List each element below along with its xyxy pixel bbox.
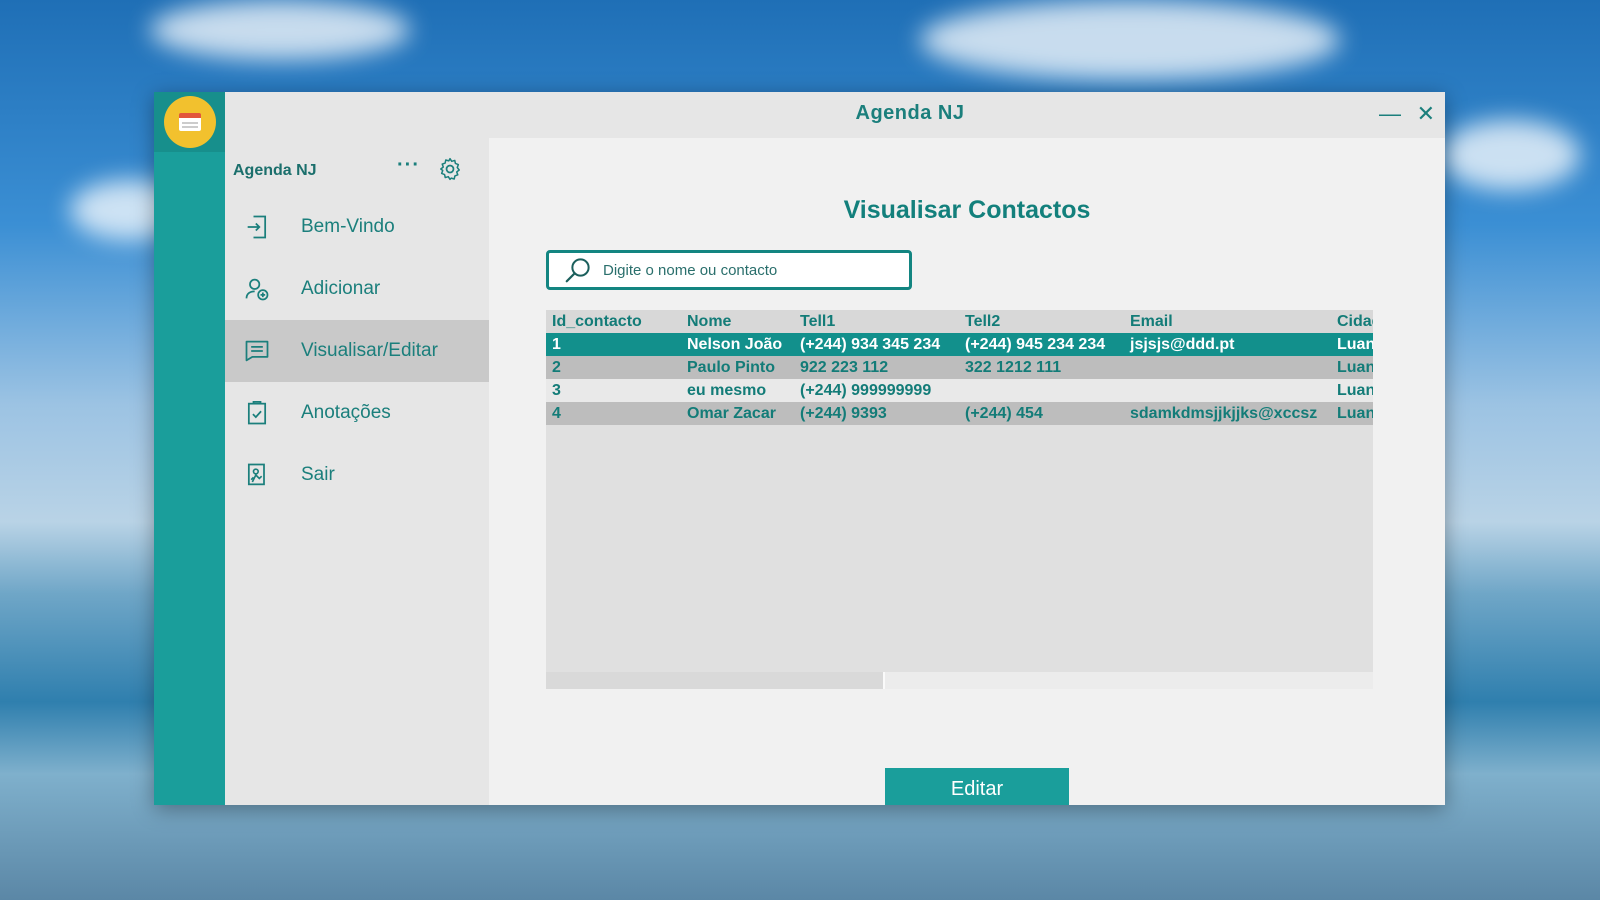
minimize-icon[interactable]: — — [1379, 102, 1401, 126]
login-icon — [247, 215, 267, 239]
column-header[interactable]: Id_contacto — [546, 310, 681, 333]
contacts-table: Id_contacto Nome Tell1 Tell2 Email Cidad… — [546, 310, 1373, 689]
table-cell[interactable]: jsjsjs@ddd.pt — [1124, 333, 1331, 356]
table-cell[interactable]: (+244) 454 — [959, 402, 1124, 425]
table-row[interactable]: 1 Nelson João (+244) 934 345 234 (+244) … — [546, 333, 1373, 356]
table-cell[interactable]: 4 — [546, 402, 681, 425]
wallpaper-cloud — [150, 0, 410, 60]
close-icon[interactable]: ✕ — [1417, 102, 1435, 126]
exit-icon — [247, 463, 265, 486]
table-cell[interactable]: 2 — [546, 356, 681, 379]
table-cell[interactable] — [1124, 379, 1331, 402]
edit-button[interactable]: Editar — [885, 768, 1069, 805]
column-header[interactable]: Nome — [681, 310, 794, 333]
sidebar-item-anotacoes[interactable]: Anotações — [225, 382, 489, 444]
table-cell[interactable]: Luanda — [1331, 333, 1373, 356]
search-input[interactable] — [601, 260, 895, 280]
table-header-row: Id_contacto Nome Tell1 Tell2 Email Cidad… — [546, 310, 1373, 333]
message-list-icon — [245, 340, 269, 362]
table-cell[interactable]: 322 1212 111 — [959, 356, 1124, 379]
gear-icon[interactable] — [437, 156, 463, 182]
sidebar: Agenda NJ ··· Bem-Vindo Adicionar Visual… — [225, 138, 489, 805]
table-cell[interactable]: (+244) 9393 — [794, 402, 959, 425]
table-cell[interactable]: Nelson João — [681, 333, 794, 356]
wallpaper-cloud — [920, 0, 1340, 80]
sidebar-item-label: Adicionar — [301, 278, 381, 299]
table-cell[interactable]: (+244) 945 234 234 — [959, 333, 1124, 356]
page-title: Visualisar Contactos — [843, 196, 1091, 224]
table-cell[interactable]: 1 — [546, 333, 681, 356]
table-cell[interactable] — [959, 379, 1124, 402]
title-bar: Agenda NJ — ✕ — [225, 92, 1445, 138]
sidebar-item-sair[interactable]: Sair — [225, 444, 489, 506]
table-cell[interactable]: sdamkdmsjjkjjks@xccsz — [1124, 402, 1331, 425]
table-cell[interactable]: Omar Zacar — [681, 402, 794, 425]
search-box — [546, 250, 912, 290]
sidebar-item-bem-vindo[interactable]: Bem-Vindo — [225, 196, 489, 258]
wallpaper-cloud — [1440, 120, 1580, 190]
clipboard-check-icon — [247, 401, 267, 425]
table-cell[interactable]: eu mesmo — [681, 379, 794, 402]
table-cell[interactable]: 3 — [546, 379, 681, 402]
sidebar-header: Agenda NJ — [233, 162, 317, 179]
column-header[interactable]: Cidade — [1331, 310, 1373, 333]
app-logo-icon — [164, 96, 216, 148]
table-row[interactable]: 4 Omar Zacar (+244) 9393 (+244) 454 sdam… — [546, 402, 1373, 425]
table-cell[interactable]: Luanda — [1331, 356, 1373, 379]
table-row[interactable]: 2 Paulo Pinto 922 223 112 322 1212 111 L… — [546, 356, 1373, 379]
sidebar-item-label: Bem-Vindo — [301, 216, 395, 237]
table-cell[interactable]: Luanda — [1331, 402, 1373, 425]
sidebar-item-label: Sair — [301, 464, 335, 485]
scrollbar-thumb[interactable] — [546, 672, 885, 689]
table-row[interactable]: 3 eu mesmo (+244) 999999999 Luanda — [546, 379, 1373, 402]
search-icon — [565, 258, 590, 283]
table-cell[interactable]: Luanda — [1331, 379, 1373, 402]
sidebar-item-label: Visualisar/Editar — [301, 340, 438, 361]
more-options-icon[interactable]: ··· — [397, 154, 420, 177]
table-cell[interactable]: Paulo Pinto — [681, 356, 794, 379]
left-accent-strip — [154, 92, 225, 805]
column-header[interactable]: Tell1 — [794, 310, 959, 333]
horizontal-scrollbar[interactable] — [546, 672, 1373, 689]
column-header[interactable]: Email — [1124, 310, 1331, 333]
sidebar-item-adicionar[interactable]: Adicionar — [225, 258, 489, 320]
app-window: Agenda NJ — ✕ Agenda NJ ··· Bem-Vindo Ad… — [154, 92, 1445, 805]
nav-menu: Bem-Vindo Adicionar Visualisar/Editar An… — [225, 196, 489, 506]
window-title: Agenda NJ — [855, 102, 965, 124]
table-cell[interactable] — [1124, 356, 1331, 379]
table-cell[interactable]: (+244) 999999999 — [794, 379, 959, 402]
sidebar-item-visualisar-editar[interactable]: Visualisar/Editar — [225, 320, 489, 382]
column-header[interactable]: Tell2 — [959, 310, 1124, 333]
sidebar-item-label: Anotações — [301, 402, 391, 423]
table-cell[interactable]: (+244) 934 345 234 — [794, 333, 959, 356]
main-content: Visualisar Contactos Id_contacto Nome Te… — [489, 138, 1445, 805]
table-cell[interactable]: 922 223 112 — [794, 356, 959, 379]
add-user-icon — [245, 278, 269, 301]
